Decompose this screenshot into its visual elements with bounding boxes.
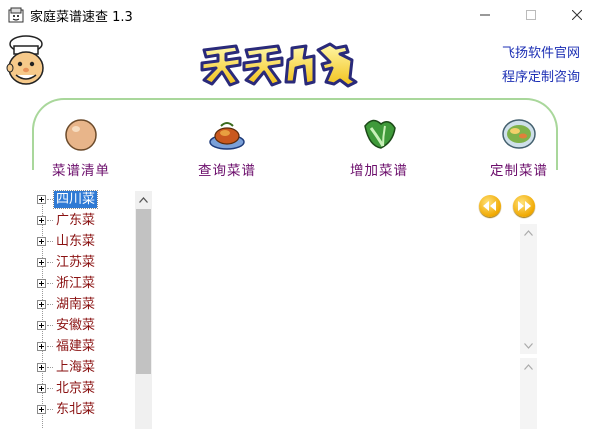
tree-item-label: 山东菜 <box>56 234 96 249</box>
expand-icon[interactable] <box>37 195 46 204</box>
maximize-icon <box>526 10 536 20</box>
minimize-button[interactable] <box>462 0 508 30</box>
window-title: 家庭菜谱速查 1.3 <box>30 10 133 25</box>
tree-item-label: 北京菜 <box>56 381 96 396</box>
tool-label: 增加菜谱 <box>350 163 408 179</box>
tree-item-label: 江苏菜 <box>56 255 96 270</box>
tree-item-label: 福建菜 <box>56 339 96 354</box>
previous-button[interactable] <box>479 195 501 217</box>
tree-item-label: 东北菜 <box>56 402 96 417</box>
close-button[interactable] <box>554 0 600 30</box>
maximize-button[interactable] <box>508 0 554 30</box>
scroll-down-button[interactable] <box>520 337 537 354</box>
rewind-icon <box>483 201 496 211</box>
tree-connector <box>47 367 53 368</box>
tool-custom-recipe[interactable]: 定制菜谱 <box>474 116 564 180</box>
expand-icon[interactable] <box>37 258 46 267</box>
expand-icon[interactable] <box>37 321 46 330</box>
tool-recipe-list[interactable]: 菜谱清单 <box>36 116 126 180</box>
tool-label: 定制菜谱 <box>490 163 548 179</box>
tree-item-label: 湖南菜 <box>56 297 96 312</box>
minimize-icon <box>480 14 490 16</box>
chevron-up-icon <box>139 196 148 203</box>
title-bar: 家庭菜谱速查 1.3 <box>0 0 600 30</box>
chef-mascot-icon <box>2 34 54 90</box>
scroll-up-button[interactable] <box>520 224 537 241</box>
tree-item-label: 广东菜 <box>56 213 96 228</box>
expand-icon[interactable] <box>37 363 46 372</box>
tree-item-label: 安徽菜 <box>56 318 96 333</box>
tree-scrollbar[interactable] <box>135 191 152 429</box>
expand-icon[interactable] <box>37 237 46 246</box>
official-site-link[interactable]: 飞扬软件官网 <box>502 42 580 61</box>
expand-icon[interactable] <box>37 384 46 393</box>
scroll-thumb[interactable] <box>136 209 151 374</box>
tree-item-label: 浙江菜 <box>56 276 96 291</box>
tree-connector <box>47 346 53 347</box>
expand-icon[interactable] <box>37 300 46 309</box>
tool-label: 查询菜谱 <box>198 163 256 179</box>
tree-connector <box>47 199 53 200</box>
content-scrollbar-top[interactable] <box>520 224 537 354</box>
tiantian-yinshi-logo <box>196 38 380 90</box>
egg-icon <box>61 116 101 152</box>
scroll-up-button[interactable] <box>520 358 537 375</box>
chevron-up-icon <box>524 229 533 236</box>
expand-icon[interactable] <box>37 342 46 351</box>
tool-search-recipe[interactable]: 查询菜谱 <box>182 116 272 180</box>
tree-connector <box>47 220 53 221</box>
chevron-down-icon <box>524 342 533 349</box>
tree-connector <box>47 283 53 284</box>
expand-icon[interactable] <box>37 216 46 225</box>
app-icon <box>8 7 24 23</box>
tree-connector <box>47 325 53 326</box>
tool-add-recipe[interactable]: 增加菜谱 <box>334 116 424 180</box>
next-button[interactable] <box>513 195 535 217</box>
dish-icon <box>207 116 247 152</box>
header: 飞扬软件官网 程序定制咨询 <box>0 30 600 96</box>
scroll-up-button[interactable] <box>135 191 152 208</box>
chevron-up-icon <box>524 363 533 370</box>
close-icon <box>572 10 582 20</box>
tree-connector <box>47 409 53 410</box>
tree-connector <box>47 241 53 242</box>
bowl-icon <box>499 116 539 152</box>
tree-item-label: 上海菜 <box>56 360 96 375</box>
cabbage-icon <box>359 116 399 152</box>
fast-forward-icon <box>518 201 531 211</box>
tree-item-label: 四川菜 <box>52 190 99 209</box>
content-scrollbar-bottom[interactable] <box>520 358 537 429</box>
custom-consult-link[interactable]: 程序定制咨询 <box>502 66 580 85</box>
tree-connector <box>47 388 53 389</box>
tree-connector <box>47 304 53 305</box>
tree-connector <box>47 262 53 263</box>
expand-icon[interactable] <box>37 279 46 288</box>
tool-label: 菜谱清单 <box>52 163 110 179</box>
expand-icon[interactable] <box>37 405 46 414</box>
